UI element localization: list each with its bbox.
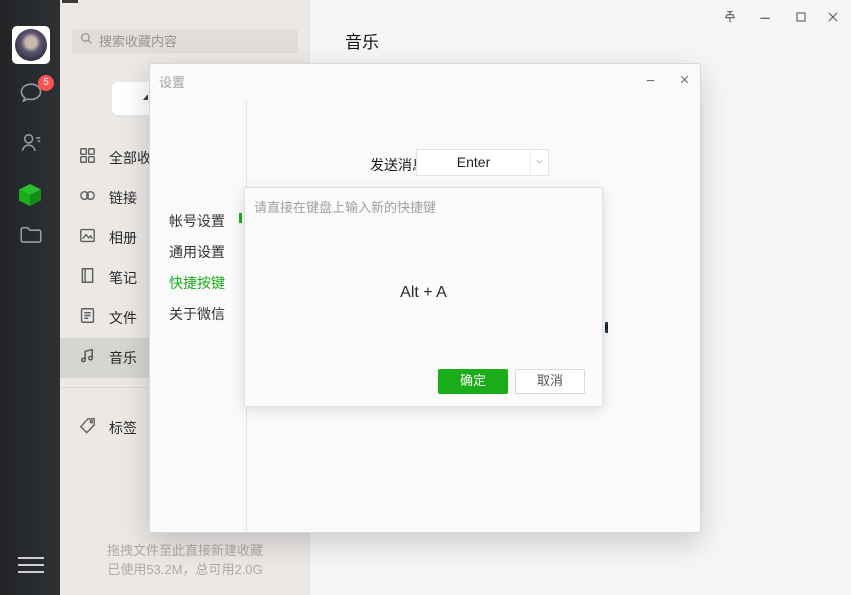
- sidebar-item-contacts[interactable]: [17, 130, 47, 158]
- photo-icon: [78, 226, 97, 250]
- ok-button[interactable]: 确定: [438, 369, 508, 394]
- dropdown-chevron[interactable]: [530, 150, 548, 175]
- avatar-image: [15, 29, 47, 61]
- settings-tab-general[interactable]: 通用设置: [169, 242, 239, 262]
- page-title: 音乐: [345, 28, 379, 53]
- close-window-button[interactable]: [825, 9, 841, 25]
- sidebar-item-favorites[interactable]: [16, 181, 46, 209]
- chat-bubble-icon: [17, 93, 45, 110]
- sidebar-item-chats[interactable]: 5: [17, 80, 47, 108]
- note-icon: [78, 266, 97, 290]
- maximize-window-button[interactable]: [793, 9, 809, 25]
- favorites-item-label: 笔记: [109, 268, 137, 288]
- close-icon: [825, 12, 841, 29]
- hamburger-icon: [18, 557, 44, 573]
- settings-close-button[interactable]: [678, 73, 692, 87]
- avatar[interactable]: [12, 26, 50, 64]
- clipped-glyph-fragment: [143, 95, 148, 100]
- storage-usage-text: 已使用53.2M，总可用2.0G: [60, 560, 310, 579]
- sidebar-item-files[interactable]: [17, 222, 47, 250]
- search-box[interactable]: [72, 29, 298, 53]
- search-icon: [80, 32, 93, 50]
- settings-tab-shortcuts[interactable]: 快捷按键: [169, 273, 239, 293]
- pushpin-icon: [722, 12, 738, 29]
- chat-unread-badge: 5: [38, 75, 54, 91]
- favorites-item-label: 链接: [109, 188, 137, 208]
- clipped-content-fragment: [605, 322, 608, 333]
- settings-tab-about[interactable]: 关于微信: [169, 304, 239, 324]
- settings-dialog-title: 设置: [159, 72, 185, 91]
- minimize-icon: [757, 12, 773, 29]
- shortcut-capture-dialog: 请直接在键盘上输入新的快捷键 Alt + A 确定 取消: [244, 187, 603, 407]
- send-message-shortcut-select[interactable]: Enter: [416, 149, 549, 176]
- app-sidebar: 5: [0, 0, 60, 595]
- favorites-item-label: 文件: [109, 308, 137, 328]
- pin-window-button[interactable]: [722, 9, 738, 25]
- clipped-window-fragment: [62, 0, 78, 3]
- current-shortcut-value: Alt + A: [245, 284, 602, 302]
- shortcut-prompt-text: 请直接在键盘上输入新的快捷键: [254, 197, 436, 216]
- contacts-icon: [17, 143, 45, 160]
- search-input[interactable]: [99, 34, 290, 49]
- clipped-green-fragment: [239, 213, 242, 223]
- music-icon: [78, 346, 97, 370]
- close-icon: [678, 73, 691, 90]
- link-icon: [78, 186, 97, 210]
- more-menu-button[interactable]: [18, 557, 44, 573]
- tag-icon: [78, 416, 97, 440]
- maximize-icon: [793, 12, 809, 29]
- grid-icon: [78, 146, 97, 170]
- minimize-window-button[interactable]: [757, 9, 773, 25]
- favorites-item-label: 音乐: [109, 348, 137, 368]
- selected-shortcut-value: Enter: [417, 150, 530, 175]
- new-note-button-partial[interactable]: [112, 82, 149, 115]
- green-cube-icon: [16, 196, 44, 213]
- folder-icon: [17, 235, 45, 252]
- settings-tab-account[interactable]: 帐号设置: [169, 211, 239, 231]
- storage-status: 拖拽文件至此直接新建收藏 已使用53.2M，总可用2.0G: [60, 541, 310, 579]
- drag-hint-text: 拖拽文件至此直接新建收藏: [60, 541, 310, 560]
- cancel-button[interactable]: 取消: [515, 369, 585, 394]
- favorites-item-label: 标签: [109, 418, 137, 438]
- chevron-down-icon: [534, 154, 545, 172]
- favorites-item-label: 相册: [109, 228, 137, 248]
- minimize-icon: [644, 73, 657, 90]
- settings-minimize-button[interactable]: [644, 73, 658, 87]
- file-icon: [78, 306, 97, 330]
